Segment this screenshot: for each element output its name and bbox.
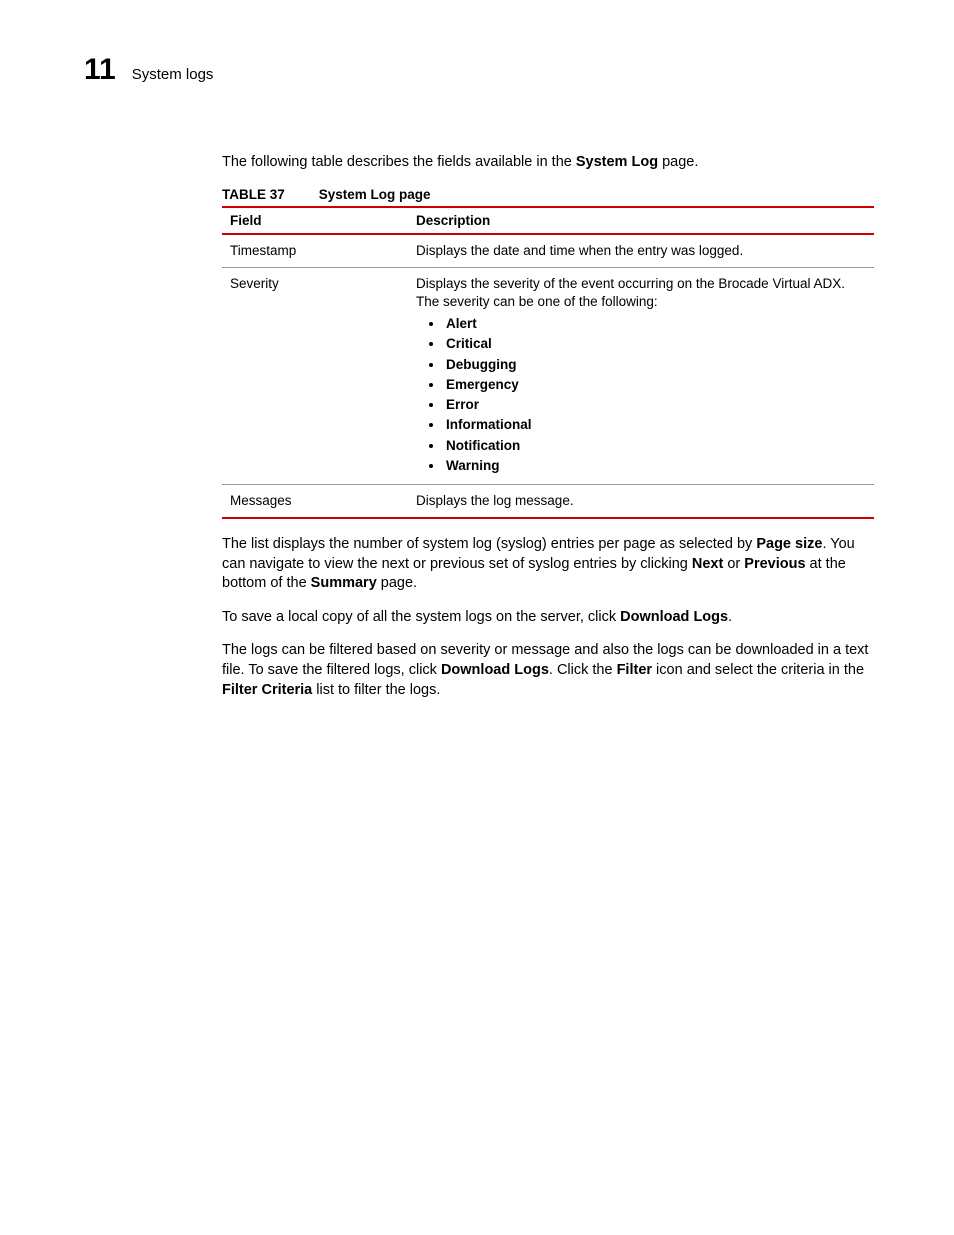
cell-field: Severity (222, 267, 408, 484)
page-header: 11 System logs (84, 55, 874, 85)
table-row: Timestamp Displays the date and time whe… (222, 234, 874, 268)
text: or (723, 556, 744, 572)
text: . Click the (549, 662, 617, 678)
bold-filter-criteria: Filter Criteria (222, 682, 312, 698)
intro-bold: System Log (576, 154, 658, 170)
text: The list displays the number of system l… (222, 536, 756, 552)
paragraph-pagesize: The list displays the number of system l… (222, 535, 874, 594)
text: list to filter the logs. (312, 682, 440, 698)
list-item: Error (444, 396, 868, 416)
table-header-row: Field Description (222, 207, 874, 234)
chapter-number: 11 (84, 55, 116, 85)
cell-description: Displays the severity of the event occur… (408, 267, 874, 484)
chapter-title: System logs (132, 66, 214, 83)
severity-desc-text: Displays the severity of the event occur… (416, 276, 845, 309)
cell-field: Messages (222, 484, 408, 518)
col-header-field: Field (222, 207, 408, 234)
cell-description: Displays the log message. (408, 484, 874, 518)
bold-next: Next (692, 556, 723, 572)
page: 11 System logs The following table descr… (0, 0, 954, 1235)
list-item: Notification (444, 437, 868, 457)
table-caption: TABLE 37 System Log page (222, 187, 874, 202)
paragraph-filter: The logs can be filtered based on severi… (222, 641, 874, 700)
list-item: Critical (444, 335, 868, 355)
cell-description: Displays the date and time when the entr… (408, 234, 874, 268)
text: icon and select the criteria in the (652, 662, 864, 678)
list-item: Alert (444, 315, 868, 335)
text: page. (377, 575, 417, 591)
intro-text-post: page. (658, 154, 698, 170)
table-title: System Log page (319, 187, 431, 202)
bold-filter: Filter (617, 662, 652, 678)
col-header-description: Description (408, 207, 874, 234)
bold-previous: Previous (744, 556, 805, 572)
text: . (728, 609, 732, 625)
table-number: TABLE 37 (222, 187, 285, 202)
list-item: Emergency (444, 376, 868, 396)
severity-list: Alert Critical Debugging Emergency Error… (416, 315, 868, 477)
table-row: Messages Displays the log message. (222, 484, 874, 518)
cell-field: Timestamp (222, 234, 408, 268)
bold-download-logs: Download Logs (441, 662, 549, 678)
bold-pagesize: Page size (756, 536, 822, 552)
table-row: Severity Displays the severity of the ev… (222, 267, 874, 484)
list-item: Informational (444, 416, 868, 436)
content-area: The following table describes the fields… (222, 153, 874, 700)
bold-download-logs: Download Logs (620, 609, 728, 625)
paragraph-download: To save a local copy of all the system l… (222, 608, 874, 628)
intro-text-pre: The following table describes the fields… (222, 154, 576, 170)
list-item: Debugging (444, 356, 868, 376)
text: To save a local copy of all the system l… (222, 609, 620, 625)
bold-summary: Summary (311, 575, 377, 591)
list-item: Warning (444, 457, 868, 477)
intro-paragraph: The following table describes the fields… (222, 153, 874, 173)
fields-table: Field Description Timestamp Displays the… (222, 206, 874, 520)
